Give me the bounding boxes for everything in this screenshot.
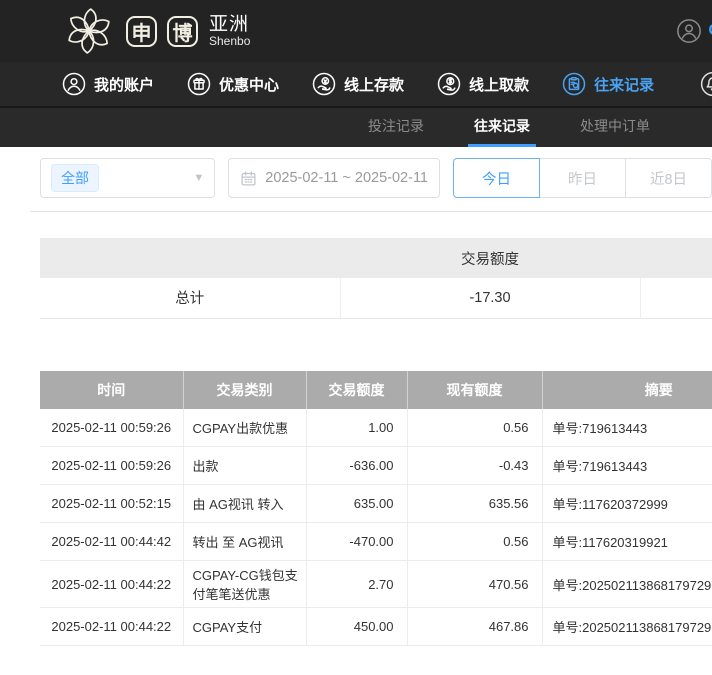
cell-balance: 467.86 <box>407 608 542 646</box>
cell-amount: 2.70 <box>306 561 407 608</box>
main-nav: 我的账户 优惠中心 线上存款 线上取款 <box>0 62 712 108</box>
cell-amount: 1.00 <box>306 409 407 447</box>
cell-time: 2025-02-11 00:44:22 <box>40 608 183 646</box>
top-header: 申 博 亚洲 Shenbo C <box>0 0 712 62</box>
cell-type: CGPAY-CG钱包支付笔笔送优惠 <box>183 561 306 608</box>
table-row: 2025-02-11 00:59:26 出款 -636.00 -0.43 单号:… <box>40 447 712 485</box>
username-text: C <box>708 22 712 40</box>
avatar-icon <box>676 18 702 44</box>
cell-type: CGPAY出款优惠 <box>183 409 306 447</box>
summary-total-label: 总计 <box>40 278 340 318</box>
tab-pending-orders[interactable]: 处理中订单 <box>574 108 656 147</box>
nav-label: 线上取款 <box>469 74 529 95</box>
records-icon <box>562 72 586 96</box>
cell-type: 由 AG视讯 转入 <box>183 485 306 523</box>
flower-logo-icon <box>62 4 116 58</box>
type-tag[interactable]: 全部 <box>51 164 99 192</box>
nav-label: 优惠中心 <box>219 74 279 95</box>
nav-item-promotions[interactable]: 优惠中心 <box>187 72 279 96</box>
brand-region-en: Shenbo <box>209 35 250 48</box>
nav-label: 往来记录 <box>594 74 654 95</box>
tab-transaction-records[interactable]: 往来记录 <box>468 108 536 147</box>
nav-label: 我的账户 <box>94 74 154 95</box>
cell-memo: 单号:2025021138681797297 <box>542 561 712 608</box>
last-8-days-button[interactable]: 近8日 <box>625 158 712 198</box>
cell-time: 2025-02-11 00:44:42 <box>40 523 183 561</box>
cell-type: 出款 <box>183 447 306 485</box>
cell-memo: 单号:719613443 <box>542 447 712 485</box>
cell-memo: 单号:117620372999 <box>542 485 712 523</box>
cell-time: 2025-02-11 00:52:15 <box>40 485 183 523</box>
col-header-amount: 交易额度 <box>306 371 407 409</box>
deposit-icon <box>312 72 336 96</box>
nav-item-notifications[interactable] <box>700 71 712 97</box>
brand-char-shen: 申 <box>126 16 157 47</box>
cell-amount: -636.00 <box>306 447 407 485</box>
col-header-type: 交易类别 <box>183 371 306 409</box>
col-header-memo: 摘要 <box>542 371 712 409</box>
summary-total-extra <box>640 278 712 318</box>
cell-memo: 单号:719613443 <box>542 409 712 447</box>
chevron-down-icon: ▼ <box>193 172 204 184</box>
summary-header-amount: 交易额度 <box>340 238 640 278</box>
table-row: 2025-02-11 00:44:22 CGPAY支付 450.00 467.8… <box>40 608 712 646</box>
cell-balance: 0.56 <box>407 409 542 447</box>
cell-type: 转出 至 AG视讯 <box>183 523 306 561</box>
section-divider <box>30 211 712 212</box>
col-header-time: 时间 <box>40 371 183 409</box>
cell-type: CGPAY支付 <box>183 608 306 646</box>
table-row: 2025-02-11 00:44:42 转出 至 AG视讯 -470.00 0.… <box>40 523 712 561</box>
date-range-picker[interactable]: 2025-02-11 ~ 2025-02-11 <box>228 158 440 198</box>
cell-balance: 635.56 <box>407 485 542 523</box>
brand-region-cn: 亚洲 <box>209 15 250 35</box>
nav-item-my-account[interactable]: 我的账户 <box>62 72 154 96</box>
yesterday-button[interactable]: 昨日 <box>539 158 626 198</box>
cell-memo: 单号:117620319921 <box>542 523 712 561</box>
cell-balance: -0.43 <box>407 447 542 485</box>
summary-header-row: 交易额度 <box>40 238 712 278</box>
brand-char-bo: 博 <box>167 16 198 47</box>
brand-region: 亚洲 Shenbo <box>209 15 250 48</box>
cell-amount: 450.00 <box>306 608 407 646</box>
nav-item-withdraw[interactable]: 线上取款 <box>437 72 529 96</box>
cell-time: 2025-02-11 00:59:26 <box>40 409 183 447</box>
nav-label: 线上存款 <box>344 74 404 95</box>
summary-total-value: -17.30 <box>340 278 640 318</box>
cell-time: 2025-02-11 00:59:26 <box>40 447 183 485</box>
today-button[interactable]: 今日 <box>453 158 540 198</box>
user-icon <box>62 72 86 96</box>
cell-amount: 635.00 <box>306 485 407 523</box>
bell-icon <box>700 71 712 97</box>
account-area[interactable]: C <box>676 18 712 44</box>
summary-header-blank <box>40 238 340 278</box>
date-range-value: 2025-02-11 ~ 2025-02-11 <box>265 170 428 186</box>
table-row: 2025-02-11 00:59:26 CGPAY出款优惠 1.00 0.56 … <box>40 409 712 447</box>
summary-header-blank2 <box>640 238 712 278</box>
cell-balance: 470.56 <box>407 561 542 608</box>
cell-memo: 单号:2025021138681797297 <box>542 608 712 646</box>
brand-logo[interactable]: 申 博 亚洲 Shenbo <box>62 4 250 58</box>
gift-icon <box>187 72 211 96</box>
cell-balance: 0.56 <box>407 523 542 561</box>
records-header-row: 时间 交易类别 交易额度 现有额度 摘要 <box>40 371 712 409</box>
quick-range-buttons: 今日 昨日 近8日 <box>453 158 712 198</box>
records-tab-bar: 投注记录 往来记录 处理中订单 <box>0 108 712 147</box>
table-row: 2025-02-11 00:44:22 CGPAY-CG钱包支付笔笔送优惠 2.… <box>40 561 712 608</box>
records-table: 时间 交易类别 交易额度 现有额度 摘要 2025-02-11 00:59:26… <box>40 371 712 647</box>
cell-amount: -470.00 <box>306 523 407 561</box>
tab-betting-records[interactable]: 投注记录 <box>362 108 430 147</box>
calendar-icon <box>240 170 257 187</box>
filter-bar: 全部 ▼ 2025-02-11 ~ 2025-02-11 今日 昨日 近8日 <box>0 147 712 198</box>
summary-table: 交易额度 总计 -17.30 <box>40 238 712 319</box>
type-select[interactable]: 全部 ▼ <box>40 158 215 198</box>
col-header-balance: 现有额度 <box>407 371 542 409</box>
withdraw-icon <box>437 72 461 96</box>
summary-total-row: 总计 -17.30 <box>40 278 712 318</box>
table-row: 2025-02-11 00:52:15 由 AG视讯 转入 635.00 635… <box>40 485 712 523</box>
cell-time: 2025-02-11 00:44:22 <box>40 561 183 608</box>
nav-item-deposit[interactable]: 线上存款 <box>312 72 404 96</box>
nav-item-transaction-records[interactable]: 往来记录 <box>562 72 654 96</box>
